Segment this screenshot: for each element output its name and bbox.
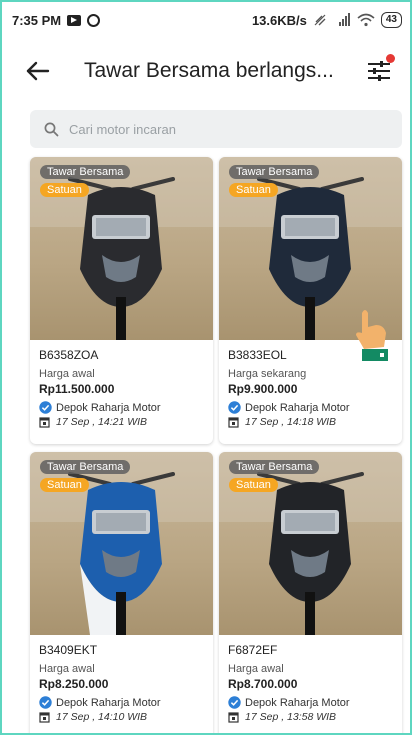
auction-type-tag: Tawar Bersama xyxy=(229,460,320,474)
bike-body xyxy=(80,187,162,307)
listing-card[interactable]: Tawar Bersama Satuan B6358ZOA Harga awal… xyxy=(30,157,213,444)
price-label: Harga awal xyxy=(228,663,284,675)
auction-time: 17 Sep , 14:21 WIB xyxy=(56,416,148,428)
dealer-row: Depok Raharja Motor xyxy=(228,696,393,709)
bike-body xyxy=(80,482,162,602)
verified-badge-icon xyxy=(39,401,52,414)
time-row: 17 Sep , 14:21 WIB xyxy=(39,416,204,428)
signal-icon xyxy=(338,13,350,26)
verified-badge-icon xyxy=(39,696,52,709)
network-speed: 13.6KB/s xyxy=(251,12,307,28)
plate-number: F6872EF xyxy=(228,643,278,657)
motorcycle-photo: Tawar Bersama Satuan xyxy=(30,157,213,340)
price-value: Rp8.250.000 xyxy=(39,677,109,691)
price-label: Harga awal xyxy=(39,368,95,380)
auction-type-tag: Tawar Bersama xyxy=(40,165,131,179)
page-title: Tawar Bersama berlangs... xyxy=(84,59,334,82)
status-time: 7:35 PM xyxy=(12,12,62,28)
phone-frame: 7:35 PM 13.6KB/s 43 Tawar Bersama berlan… xyxy=(0,0,412,735)
listing-card[interactable]: Tawar Bersama Satuan F6872EF Harga awal … xyxy=(219,452,402,733)
dealer-row: Depok Raharja Motor xyxy=(39,401,204,414)
time-row: 17 Sep , 13:58 WIB xyxy=(228,711,393,723)
price-value: Rp11.500.000 xyxy=(39,382,115,396)
dealer-name: Depok Raharja Motor xyxy=(245,696,350,709)
search-input[interactable] xyxy=(69,121,369,137)
search-bar[interactable] xyxy=(30,110,402,148)
time-row: 17 Sep , 14:18 WIB xyxy=(228,416,393,428)
calendar-icon xyxy=(228,417,239,428)
back-arrow-icon[interactable] xyxy=(24,57,52,85)
price-value: Rp8.700.000 xyxy=(228,677,298,691)
listing-card[interactable]: Tawar Bersama Satuan B3409EKT Harga awal… xyxy=(30,452,213,733)
status-right: 13.6KB/s 43 xyxy=(252,12,402,28)
app-bar: Tawar Bersama berlangs... xyxy=(2,38,410,104)
sale-type-tag: Satuan xyxy=(229,478,278,492)
auction-time: 17 Sep , 13:58 WIB xyxy=(245,711,337,723)
motorcycle-photo: Tawar Bersama Satuan xyxy=(30,452,213,635)
verified-badge-icon xyxy=(228,696,241,709)
sale-type-tag: Satuan xyxy=(40,183,89,197)
filter-active-dot xyxy=(386,54,395,63)
wifi-icon xyxy=(357,13,375,27)
motorcycle-photo: Tawar Bersama Satuan xyxy=(219,452,402,635)
listing-grid: Tawar Bersama Satuan B6358ZOA Harga awal… xyxy=(30,157,402,733)
plate-number: B6358ZOA xyxy=(39,348,99,362)
price-label: Harga awal xyxy=(39,663,95,675)
calendar-icon xyxy=(39,712,50,723)
tap-hand-icon xyxy=(356,310,388,361)
filter-button[interactable] xyxy=(366,54,395,84)
sale-type-tag: Satuan xyxy=(229,183,278,197)
auction-type-tag: Tawar Bersama xyxy=(40,460,131,474)
status-left: 7:35 PM xyxy=(12,12,101,28)
battery-indicator: 43 xyxy=(380,12,402,28)
calendar-icon xyxy=(39,417,50,428)
dealer-name: Depok Raharja Motor xyxy=(56,696,161,709)
price-label: Harga sekarang xyxy=(228,368,307,380)
dealer-name: Depok Raharja Motor xyxy=(56,401,161,414)
bike-body xyxy=(269,482,351,602)
dealer-row: Depok Raharja Motor xyxy=(39,696,204,709)
vpn-icon xyxy=(87,13,101,27)
plate-number: B3409EKT xyxy=(39,643,98,657)
dealer-name: Depok Raharja Motor xyxy=(245,401,350,414)
bike-body xyxy=(269,187,351,307)
status-bar: 7:35 PM 13.6KB/s 43 xyxy=(2,2,410,38)
auction-type-tag: Tawar Bersama xyxy=(229,165,320,179)
verified-badge-icon xyxy=(228,401,241,414)
auction-time: 17 Sep , 14:18 WIB xyxy=(245,416,337,428)
calendar-icon xyxy=(228,712,239,723)
listing-card[interactable]: Tawar Bersama Satuan B3833EOL Harga seka… xyxy=(219,157,402,444)
mute-icon xyxy=(314,14,326,26)
search-icon xyxy=(44,122,59,136)
video-icon xyxy=(67,14,82,26)
dealer-row: Depok Raharja Motor xyxy=(228,401,393,414)
sale-type-tag: Satuan xyxy=(40,478,89,492)
price-value: Rp9.900.000 xyxy=(228,382,298,396)
time-row: 17 Sep , 14:10 WIB xyxy=(39,711,204,723)
auction-time: 17 Sep , 14:10 WIB xyxy=(56,711,148,723)
